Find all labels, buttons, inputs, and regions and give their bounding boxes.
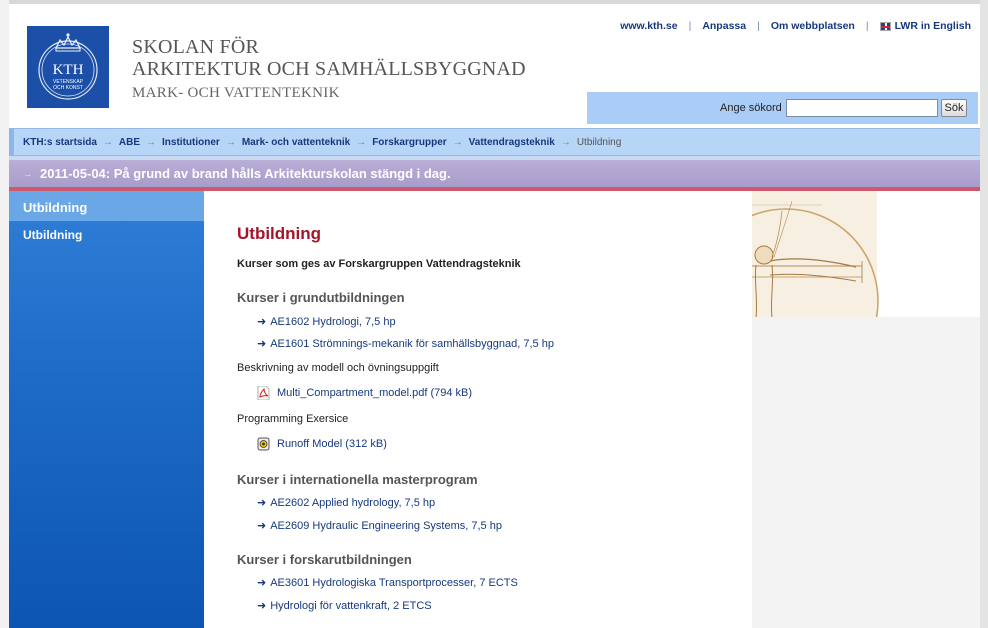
arrow-right-icon: ➜ [257, 600, 267, 612]
course-link-label: AE2609 Hydraulic Engineering Systems, 7,… [270, 520, 502, 532]
course-link-label: AE2602 Applied hydrology, 7,5 hp [270, 497, 436, 509]
main-content: Utbildning Kurser som ges av Forskargrup… [204, 191, 752, 628]
course-link-label: Hydrologi för vattenkraft, 2 ETCS [270, 600, 432, 612]
arrow-right-icon: ➜ [257, 520, 267, 532]
arrow-right-icon: → [23, 168, 32, 179]
pdf-link-label: Multi_Compartment_model.pdf [277, 387, 428, 399]
breadcrumb-vattendragsteknik[interactable]: Vattendragsteknik [469, 137, 555, 148]
customize-link[interactable]: Anpassa [702, 20, 746, 32]
kth-home-link[interactable]: www.kth.se [620, 20, 677, 32]
arrow-right-icon: → [225, 136, 236, 148]
school-line-2: ARKITEKTUR OCH SAMHÄLLSBYGGNAD [132, 58, 526, 80]
vitruvian-man-icon [752, 191, 980, 317]
course-link-hydrologi-vattenkraft[interactable]: ➜ Hydrologi för vattenkraft, 2 ETCS [257, 599, 432, 612]
model-description-label: Beskrivning av modell och övningsuppgift [237, 362, 439, 374]
notice-banner[interactable]: → 2011-05-04: På grund av brand hålls Ar… [9, 160, 980, 187]
section-heading-forskar: Kurser i forskarutbildningen [237, 552, 412, 567]
english-link[interactable]: LWR in English [895, 20, 971, 32]
course-link-ae2609[interactable]: ➜ AE2609 Hydraulic Engineering Systems, 7… [257, 519, 502, 532]
separator: | [757, 20, 760, 32]
arrow-right-icon: ➜ [257, 338, 267, 350]
course-link-label: AE3601 Hydrologiska Transportprocesser, … [270, 577, 518, 589]
arrow-right-icon: → [146, 136, 157, 148]
section-heading-master: Kurser i internationella masterprogram [237, 472, 478, 487]
window-left-border [0, 0, 9, 628]
breadcrumb-abe[interactable]: ABE [119, 137, 140, 148]
notice-text: 2011-05-04: På grund av brand hålls Arki… [40, 166, 451, 181]
breadcrumb-forskargrupper[interactable]: Forskargrupper [372, 137, 446, 148]
separator: | [865, 20, 869, 32]
school-title: SKOLAN FÖR ARKITEKTUR OCH SAMHÄLLSBYGGNA… [132, 36, 526, 103]
intro-text: Kurser som ges av Forskargruppen Vattend… [237, 258, 521, 270]
school-line-1: SKOLAN FÖR [132, 36, 260, 58]
section-heading-grund: Kurser i grundutbildningen [237, 290, 405, 305]
runoff-size: (312 kB) [345, 438, 387, 450]
kth-logo[interactable]: KTH VETENSKAP OCH KONST [27, 26, 109, 108]
file-icon [257, 437, 270, 451]
breadcrumb-institutioner[interactable]: Institutioner [162, 137, 220, 148]
search-label: Ange sökord [720, 102, 782, 114]
window-top-border [0, 0, 988, 4]
window-right-border [980, 0, 988, 628]
breadcrumb: KTH:s startsida → ABE → Institutioner → … [9, 128, 980, 156]
breadcrumb-kth-home[interactable]: KTH:s startsida [23, 137, 97, 148]
separator: | [688, 20, 692, 32]
kth-crown-icon: KTH VETENSKAP OCH KONST [27, 26, 109, 108]
svg-text:KTH: KTH [53, 62, 84, 78]
course-link-ae1602[interactable]: ➜ AE1602 Hydrologi, 7,5 hp [257, 315, 396, 328]
vitruvian-man-image [752, 191, 980, 317]
pdf-size: (794 kB) [430, 387, 473, 399]
course-link-label: AE1602 Hydrologi, 7,5 hp [270, 316, 396, 328]
course-link-ae2602[interactable]: ➜ AE2602 Applied hydrology, 7,5 hp [257, 496, 435, 509]
search-button[interactable]: Sök [941, 99, 967, 117]
arrow-right-icon: ➜ [257, 577, 267, 589]
svg-text:OCH KONST: OCH KONST [53, 85, 83, 91]
sidebar-header[interactable]: Utbildning [9, 191, 204, 221]
breadcrumb-current: Utbildning [576, 136, 622, 148]
pdf-file-icon [257, 386, 270, 400]
pdf-download-link[interactable]: Multi_Compartment_model.pdf (794 kB) [257, 386, 472, 400]
arrow-right-icon: → [102, 136, 113, 148]
runoff-model-link[interactable]: Runoff Model (312 kB) [257, 437, 387, 451]
search-input[interactable] [786, 99, 938, 117]
about-site-link[interactable]: Om webbplatsen [771, 20, 855, 32]
department-name: MARK- OCH VATTENTEKNIK [132, 85, 340, 101]
arrow-right-icon: ➜ [257, 316, 267, 328]
search-bar: Ange sökord Sök [587, 92, 978, 124]
breadcrumb-mark-vatten[interactable]: Mark- och vattenteknik [242, 137, 350, 148]
arrow-right-icon: → [356, 136, 367, 148]
course-link-ae1601[interactable]: ➜ AE1601 Strömnings-mekanik för samhällsb… [257, 337, 554, 350]
sidebar: Utbildning Utbildning [9, 191, 204, 628]
course-link-ae3601[interactable]: ➜ AE3601 Hydrologiska Transportprocesser,… [257, 576, 518, 589]
sidebar-item-utbildning[interactable]: Utbildning [9, 221, 204, 249]
arrow-right-icon: → [560, 136, 571, 148]
right-column [752, 191, 980, 628]
runoff-link-label: Runoff Model [277, 438, 343, 450]
top-links: www.kth.se | Anpassa | Om webbplatsen | … [620, 20, 971, 32]
arrow-right-icon: ➜ [257, 497, 267, 509]
course-link-label: AE1601 Strömnings-mekanik för samhällsby… [270, 338, 554, 350]
arrow-right-icon: → [452, 136, 463, 148]
programming-label: Programming Exersice [237, 413, 349, 425]
breadcrumb-accent [9, 129, 14, 156]
uk-flag-icon [879, 21, 891, 31]
page-title: Utbildning [237, 224, 322, 243]
